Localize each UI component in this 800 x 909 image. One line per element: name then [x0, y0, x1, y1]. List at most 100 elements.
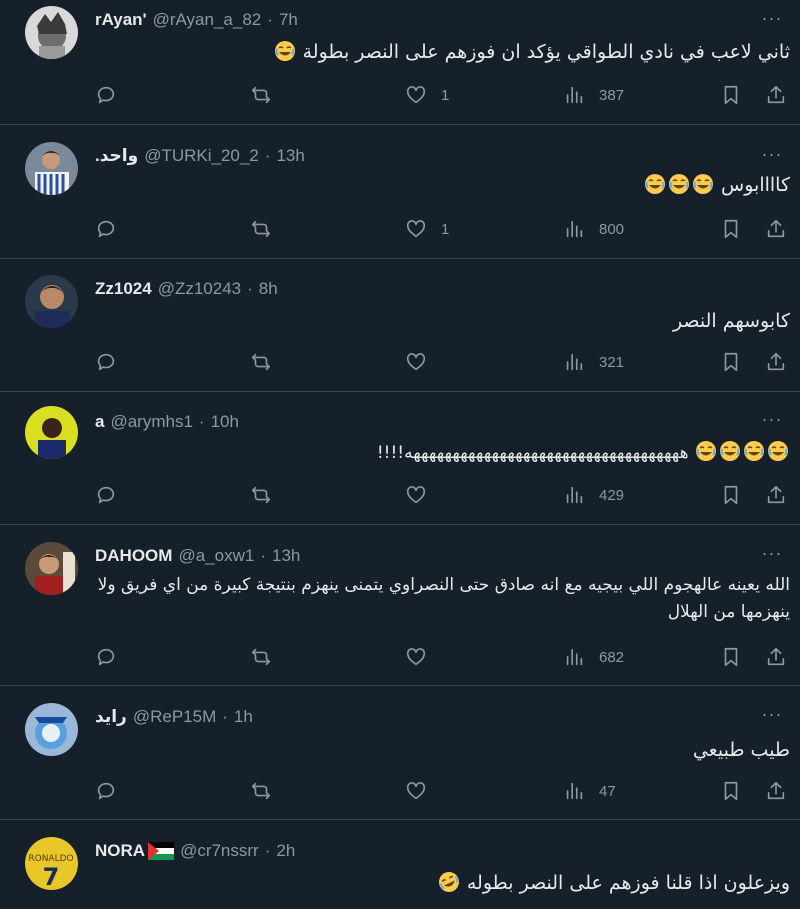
retweet-icon — [251, 486, 271, 504]
views-button[interactable]: 682 — [563, 643, 624, 671]
user-handle[interactable]: @a_oxw1 — [178, 546, 254, 566]
tweet-text: هههههههههههههههههههههههههههههههههههه!!!! — [95, 439, 790, 468]
like-button[interactable] — [405, 348, 441, 376]
more-icon[interactable]: ··· — [760, 543, 784, 563]
retweet-button[interactable] — [250, 643, 286, 671]
share-icon — [767, 352, 785, 371]
reply-icon — [97, 486, 115, 504]
tweet[interactable]: DAHOOM @a_oxw1 · 13h ··· الله يعينه عاله… — [0, 525, 800, 686]
reply-button[interactable] — [95, 481, 131, 509]
separator-dot: · — [247, 279, 253, 298]
views-button[interactable]: 47 — [563, 777, 616, 805]
bookmark-button[interactable] — [720, 348, 742, 376]
user-handle[interactable]: @ReP15M — [133, 707, 216, 727]
share-button[interactable] — [765, 481, 787, 509]
retweet-button[interactable] — [250, 481, 286, 509]
tweet[interactable]: .واحد @TURKi_20_2 · 13h ··· كاااابوس 1 8… — [0, 125, 800, 259]
avatar[interactable] — [25, 406, 78, 459]
like-icon — [406, 782, 426, 800]
share-button[interactable] — [765, 215, 787, 243]
bookmark-button[interactable] — [720, 81, 742, 109]
reply-button[interactable] — [95, 215, 131, 243]
bookmark-icon — [724, 85, 738, 105]
bookmark-icon — [724, 647, 738, 667]
timestamp[interactable]: 8h — [259, 279, 278, 299]
tweet[interactable]: Zz1024 @Zz10243 · 8h كابوسهم النصر 321 — [0, 259, 800, 392]
avatar[interactable] — [25, 703, 78, 756]
views-button[interactable]: 800 — [563, 215, 624, 243]
action-bar: 1 387 — [95, 81, 800, 109]
share-button[interactable] — [765, 777, 787, 805]
retweet-button[interactable] — [250, 777, 286, 805]
timestamp[interactable]: 10h — [211, 412, 239, 432]
avatar[interactable] — [25, 6, 78, 59]
retweet-button[interactable] — [250, 215, 286, 243]
timestamp[interactable]: 2h — [276, 841, 295, 861]
tweet[interactable]: رايد @ReP15M · 1h ··· طيب طبيعي 47 — [0, 686, 800, 820]
tweet-text: ثاني لاعب في نادي الطواقي يؤكد ان فوزهم … — [95, 38, 790, 67]
share-button[interactable] — [765, 81, 787, 109]
user-handle[interactable]: @rAyan_a_82 — [153, 10, 262, 30]
retweet-icon — [251, 86, 271, 104]
like-button[interactable]: 1 — [405, 81, 449, 109]
display-name[interactable]: .واحد — [95, 146, 138, 166]
display-name[interactable]: رايد — [95, 707, 127, 727]
user-handle[interactable]: @Zz10243 — [158, 279, 241, 299]
display-name[interactable]: Zz1024 — [95, 279, 152, 299]
more-icon[interactable]: ··· — [760, 704, 784, 724]
views-button[interactable]: 429 — [563, 481, 624, 509]
user-handle[interactable]: @TURKi_20_2 — [144, 146, 259, 166]
share-button[interactable] — [765, 348, 787, 376]
svg-text:7: 7 — [43, 863, 60, 890]
reply-icon — [97, 220, 115, 238]
user-handle[interactable]: @cr7nssrr — [180, 841, 259, 861]
display-name[interactable]: NORA — [95, 841, 175, 861]
views-button[interactable]: 387 — [563, 81, 624, 109]
retweet-icon — [251, 353, 271, 371]
tweet-text-content: كاااابوس — [721, 174, 790, 196]
joy-emoji-icon — [695, 440, 717, 462]
action-bar: 321 — [95, 348, 800, 376]
reply-button[interactable] — [95, 81, 131, 109]
display-name[interactable]: DAHOOM — [95, 546, 172, 566]
like-button[interactable] — [405, 481, 441, 509]
reply-button[interactable] — [95, 643, 131, 671]
avatar[interactable] — [25, 142, 78, 195]
views-button[interactable]: 321 — [563, 348, 624, 376]
like-button[interactable]: 1 — [405, 215, 449, 243]
share-button[interactable] — [765, 643, 787, 671]
reply-icon — [97, 353, 115, 371]
bookmark-button[interactable] — [720, 481, 742, 509]
tweet-header: NORA @cr7nssrr · 2h — [95, 839, 295, 863]
tweet-text: كابوسهم النصر — [95, 307, 790, 336]
retweet-button[interactable] — [250, 81, 286, 109]
retweet-button[interactable] — [250, 348, 286, 376]
timestamp[interactable]: 1h — [234, 707, 253, 727]
tweet[interactable]: a @arymhs1 · 10h ··· ههههههههههههههههههه… — [0, 392, 800, 525]
avatar[interactable] — [25, 542, 78, 595]
views-icon — [566, 220, 583, 238]
tweet[interactable]: RONALDO 7 NORA @cr7nssrr · 2h ويزعلون اذا… — [0, 820, 800, 909]
user-handle[interactable]: @arymhs1 — [110, 412, 192, 432]
avatar[interactable] — [25, 275, 78, 328]
tweet[interactable]: rAyan' @rAyan_a_82 · 7h ··· ثاني لاعب في… — [0, 0, 800, 125]
like-button[interactable] — [405, 643, 441, 671]
display-name[interactable]: a — [95, 412, 104, 432]
tweet-text-content: ويزعلون اذا قلنا فوزهم على النصر بطوله — [466, 872, 790, 894]
like-button[interactable] — [405, 777, 441, 805]
bookmark-button[interactable] — [720, 215, 742, 243]
display-name[interactable]: rAyan' — [95, 10, 147, 30]
more-icon[interactable]: ··· — [760, 8, 784, 28]
avatar[interactable]: RONALDO 7 — [25, 837, 78, 890]
more-icon[interactable]: ··· — [760, 409, 784, 429]
timestamp[interactable]: 7h — [279, 10, 298, 30]
tweet-header: Zz1024 @Zz10243 · 8h — [95, 277, 278, 301]
more-icon[interactable]: ··· — [760, 144, 784, 164]
action-bar: 1 800 — [95, 215, 800, 243]
reply-button[interactable] — [95, 777, 131, 805]
bookmark-button[interactable] — [720, 643, 742, 671]
timestamp[interactable]: 13h — [276, 146, 304, 166]
timestamp[interactable]: 13h — [272, 546, 300, 566]
bookmark-button[interactable] — [720, 777, 742, 805]
reply-button[interactable] — [95, 348, 131, 376]
